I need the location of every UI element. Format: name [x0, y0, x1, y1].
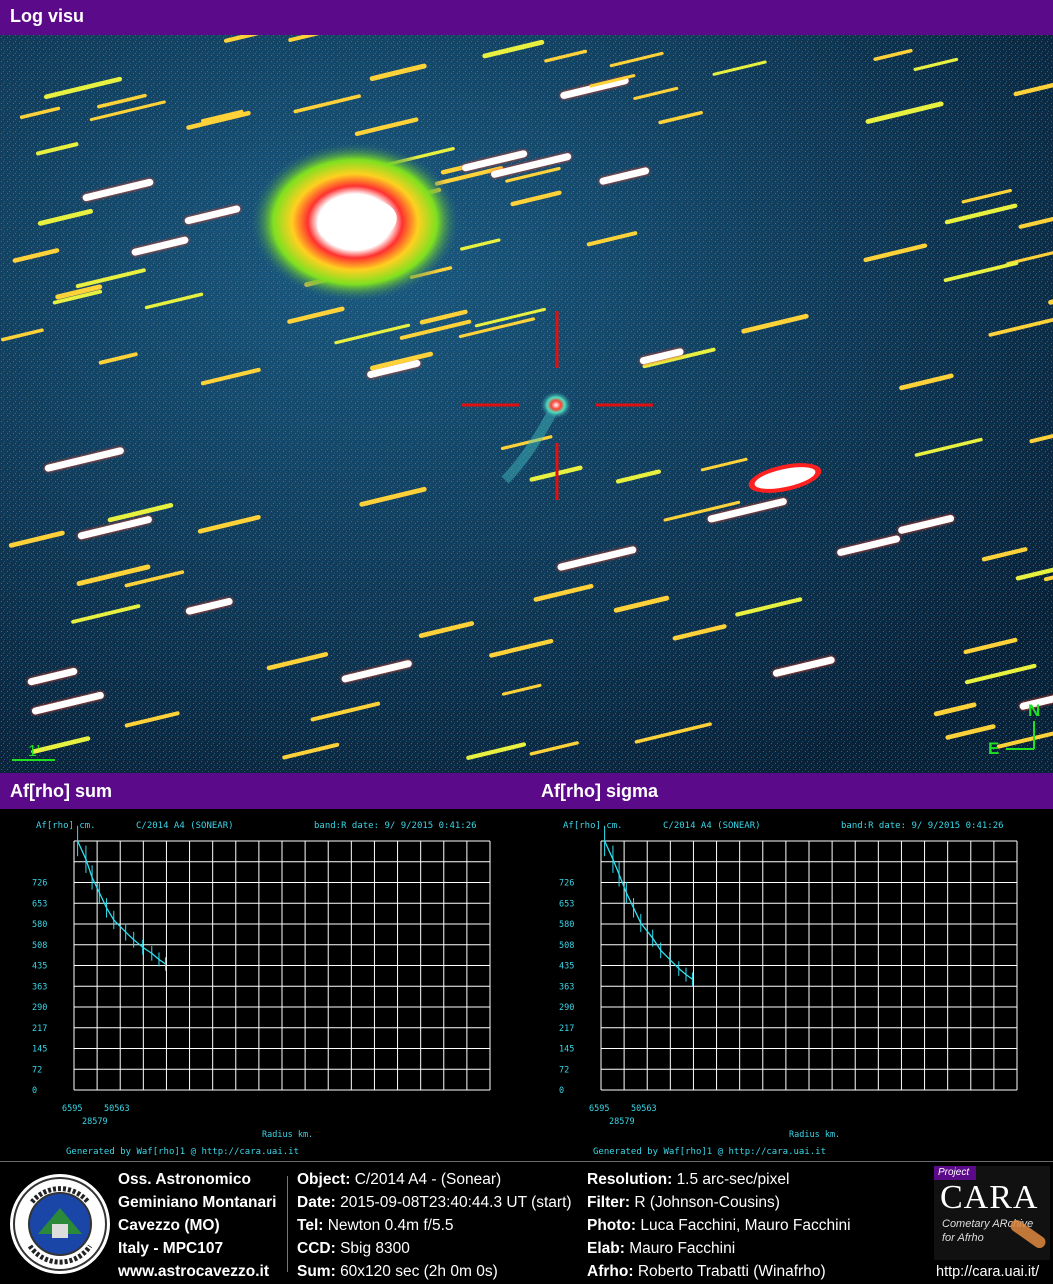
plot-generated-by: Generated by Waf[rho]1 @ http://cara.uai…	[66, 1147, 299, 1157]
plot-ylabel: Af[rho] cm.	[563, 821, 623, 831]
tel-label: Tel:	[297, 1217, 324, 1234]
y-tick-label: 726	[32, 879, 47, 889]
y-tick-label: 0	[559, 1086, 564, 1096]
sum-title: Af[rho] sum	[10, 781, 112, 801]
plot-ylabel: Af[rho] cm.	[36, 821, 96, 831]
y-tick-label: 290	[559, 1003, 574, 1013]
image-header: Log visu	[0, 0, 1053, 35]
y-tick-label: 508	[32, 941, 47, 951]
obs-website: www.astrocavezzo.it	[118, 1263, 270, 1280]
comet-nucleus	[540, 391, 572, 419]
y-tick-label: 726	[559, 879, 574, 889]
cara-project: Project	[934, 1166, 976, 1180]
scale-label: 1'	[28, 743, 40, 760]
y-tick-label: 217	[559, 1024, 574, 1034]
plot-band-date: band:R date: 9/ 9/2015 0:41:26	[841, 821, 1004, 831]
plot-header: Af[rho] sum Af[rho] sigma	[0, 773, 1053, 809]
sum-value: 60x120 sec (2h 0m 0s)	[340, 1263, 498, 1280]
footer: Oss. Astronomico Geminiano Montanari Cav…	[0, 1161, 1053, 1284]
east-label: E	[988, 739, 999, 758]
filter-value: R (Johnson-Cousins)	[634, 1194, 780, 1211]
y-tick-label: 217	[32, 1024, 47, 1034]
sigma-title: Af[rho] sigma	[541, 781, 658, 801]
y-tick-label: 290	[32, 1003, 47, 1013]
date-label: Date:	[297, 1194, 336, 1211]
y-tick-label: 508	[559, 941, 574, 951]
afrho-sigma-chart: Af[rho] cm. C/2014 A4 (SONEAR) band:R date…	[559, 821, 1018, 1157]
y-tick-label: 145	[559, 1045, 574, 1055]
y-tick-label: 653	[559, 899, 574, 909]
y-tick-label: 72	[559, 1065, 569, 1075]
obs-line-4: Italy - MPC107	[118, 1240, 224, 1257]
afrho-label: Afrho:	[587, 1263, 634, 1280]
x-tick-label: 28579	[609, 1117, 635, 1127]
elab-value: Mauro Facchini	[629, 1240, 736, 1257]
filter-label: Filter:	[587, 1194, 631, 1211]
observation-info: Object: C/2014 A4 - (Sonear) Date: 2015-…	[297, 1168, 572, 1283]
obs-line-2: Geminiano Montanari	[118, 1194, 277, 1211]
x-axis-label: Radius km.	[789, 1130, 840, 1140]
y-tick-label: 435	[559, 962, 574, 972]
x-tick-label: 50563	[631, 1104, 657, 1114]
elab-label: Elab:	[587, 1240, 625, 1257]
x-tick-label: 6595	[62, 1104, 82, 1114]
plot-object: C/2014 A4 (SONEAR)	[663, 821, 761, 831]
ccd-value: Sbig 8300	[340, 1240, 410, 1257]
cara-name: CARA	[940, 1179, 1039, 1216]
observatory-info: Oss. Astronomico Geminiano Montanari Cav…	[118, 1168, 276, 1283]
y-tick-label: 145	[32, 1045, 47, 1055]
date-value: 2015-09-08T23:40:44.3 UT (start)	[340, 1194, 572, 1211]
y-tick-label: 72	[32, 1065, 42, 1075]
resolution-label: Resolution:	[587, 1171, 673, 1188]
cara-line2: for Afrho	[942, 1232, 984, 1244]
obs-line-1: Oss. Astronomico	[118, 1171, 251, 1188]
x-tick-label: 6595	[589, 1104, 609, 1114]
y-tick-label: 363	[32, 982, 47, 992]
y-tick-label: 363	[559, 982, 574, 992]
plot-object: C/2014 A4 (SONEAR)	[136, 821, 234, 831]
observatory-seal-logo	[10, 1174, 110, 1274]
comet-image-svg: 1' N E	[0, 35, 1053, 773]
x-axis-label: Radius km.	[262, 1130, 313, 1140]
plot-band-date: band:R date: 9/ 9/2015 0:41:26	[314, 821, 477, 831]
plot-generated-by: Generated by Waf[rho]1 @ http://cara.uai…	[593, 1147, 826, 1157]
photo-value: Luca Facchini, Mauro Facchini	[640, 1217, 851, 1234]
divider	[287, 1176, 288, 1272]
y-tick-label: 580	[559, 920, 574, 930]
north-label: N	[1028, 701, 1040, 720]
y-tick-label: 435	[32, 962, 47, 972]
afrho-sigma-plot: Af[rho] cm. C/2014 A4 (SONEAR) band:R date…	[527, 809, 1053, 1161]
ccd-label: CCD:	[297, 1240, 336, 1257]
object-value: C/2014 A4 - (Sonear)	[354, 1171, 502, 1188]
obs-line-3: Cavezzo (MO)	[118, 1217, 220, 1234]
y-tick-label: 653	[32, 899, 47, 909]
photo-label: Photo:	[587, 1217, 637, 1234]
afrho-value: Roberto Trabatti (Winafrho)	[637, 1263, 826, 1280]
tel-value: Newton 0.4m f/5.5	[327, 1217, 454, 1234]
sum-label: Sum:	[297, 1263, 336, 1280]
y-tick-label: 0	[32, 1086, 37, 1096]
resolution-value: 1.5 arc-sec/pixel	[676, 1171, 790, 1188]
comet-image: 1' N E	[0, 35, 1053, 773]
afrho-series	[77, 840, 166, 965]
cara-logo: Project CARA Cometary ARchive for Afrho	[934, 1166, 1050, 1260]
y-tick-label: 580	[32, 920, 47, 930]
processing-info: Resolution: 1.5 arc-sec/pixel Filter: R …	[587, 1168, 851, 1283]
x-tick-label: 50563	[104, 1104, 130, 1114]
cara-url[interactable]: http://cara.uai.it/	[936, 1264, 1039, 1280]
afrho-sum-chart: Af[rho] cm. C/2014 A4 (SONEAR) band:R date…	[32, 821, 491, 1157]
object-label: Object:	[297, 1171, 351, 1188]
image-title: Log visu	[10, 6, 85, 26]
x-tick-label: 28579	[82, 1117, 108, 1127]
afrho-sum-plot: Af[rho] cm. C/2014 A4 (SONEAR) band:R date…	[0, 809, 526, 1161]
